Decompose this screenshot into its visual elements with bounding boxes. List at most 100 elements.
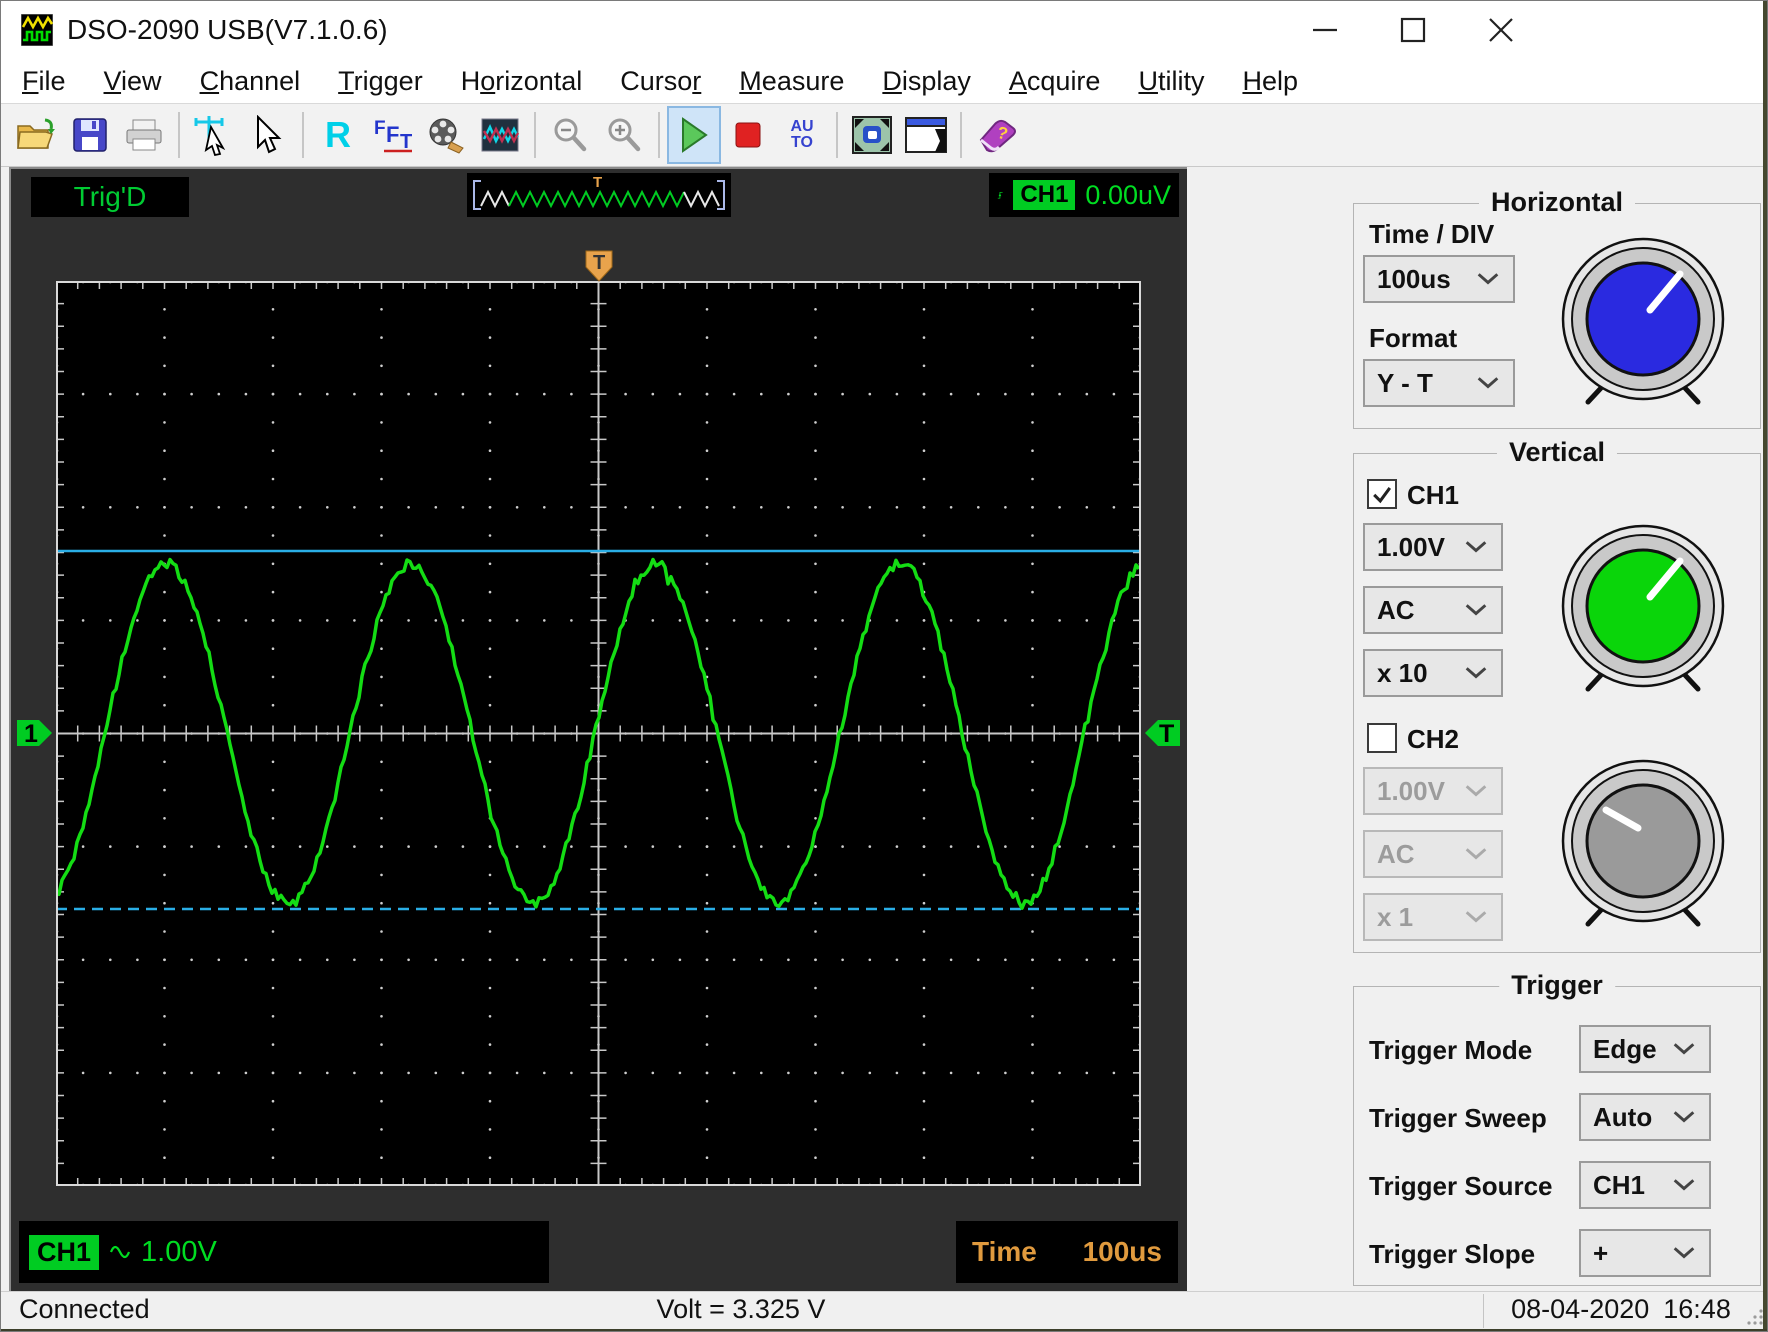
close-button[interactable]	[1457, 1, 1545, 59]
reference-r-label: R	[325, 114, 351, 155]
ch2-checkbox[interactable]	[1367, 723, 1397, 753]
menu-view[interactable]: View	[85, 66, 181, 97]
start-button[interactable]	[667, 106, 721, 164]
horizontal-knob[interactable]	[1558, 234, 1728, 409]
chevron-down-icon	[1673, 1043, 1695, 1055]
preview-waveform: T	[473, 174, 725, 210]
film-reel-icon	[429, 118, 464, 154]
fft-icon: F F T	[374, 118, 412, 153]
record-button[interactable]	[419, 106, 473, 164]
stop-button[interactable]	[721, 106, 775, 164]
ch1-probe-select[interactable]: x 10	[1363, 649, 1503, 697]
format-label: Format	[1369, 323, 1458, 353]
chevron-down-icon	[1465, 667, 1487, 679]
open-file-button[interactable]	[9, 106, 63, 164]
time-div-label: Time / DIV	[1369, 219, 1495, 249]
menu-channel[interactable]: Channel	[181, 66, 320, 97]
autoset-button[interactable]: AU TO	[775, 106, 829, 164]
toolbar-separator	[178, 112, 180, 158]
svg-text:F: F	[386, 122, 399, 147]
waveform-icon	[481, 118, 520, 152]
open-folder-icon	[17, 118, 55, 149]
menu-acquire[interactable]: Acquire	[990, 66, 1120, 97]
arrow-cursor-icon	[257, 115, 282, 154]
trigger-status-badge: Trig'D	[31, 177, 189, 217]
acquisition-preview[interactable]: T	[467, 173, 731, 217]
window-layout-button[interactable]	[899, 106, 953, 164]
measure-cursor-icon	[194, 116, 226, 156]
trigger-sweep-select[interactable]: Auto	[1579, 1093, 1711, 1141]
zoom-in-icon	[608, 118, 641, 152]
measure-cursor-button[interactable]	[187, 106, 241, 164]
menu-cursor[interactable]: Cursor	[601, 66, 720, 97]
channel-readout: CH1 1.00V	[19, 1221, 549, 1283]
maximize-button[interactable]	[1369, 1, 1457, 59]
help-button[interactable]: ?	[969, 106, 1023, 164]
svg-text:T: T	[1159, 720, 1174, 748]
time-value: 100us	[1082, 1236, 1162, 1267]
trigger-level-marker[interactable]: T	[1144, 714, 1182, 752]
fft-button[interactable]: F F T	[365, 106, 419, 164]
svg-text:T: T	[593, 174, 602, 191]
window-title: DSO-2090 USB(V7.1.0.6)	[67, 14, 388, 45]
trigger-source-label: Trigger Source	[1369, 1171, 1553, 1201]
chevron-down-icon	[1465, 848, 1487, 860]
trigger-slope-label: Trigger Slope	[1369, 1239, 1536, 1269]
status-date: 08-04-2020	[1511, 1294, 1650, 1324]
trigger-channel-badge: CH1	[1013, 180, 1076, 210]
zoom-out-icon	[554, 118, 587, 152]
toolbar-separator	[534, 112, 536, 158]
ch1-label: CH1	[1407, 480, 1460, 510]
waveform-display-button[interactable]	[473, 106, 527, 164]
trigger-readout: CH1 0.00uV	[989, 173, 1179, 217]
ch1-coupling-select[interactable]: AC	[1363, 586, 1503, 634]
status-time: 16:48	[1663, 1294, 1731, 1324]
app-window: DSO-2090 USB(V7.1.0.6) File View Channel Tr…	[0, 0, 1768, 1332]
full-screen-icon	[852, 116, 892, 154]
save-button[interactable]	[63, 106, 117, 164]
ch1-checkbox[interactable]	[1367, 479, 1397, 509]
ch1-volts-select[interactable]: 1.00V	[1363, 523, 1503, 571]
trigger-source-select[interactable]: CH1	[1579, 1161, 1711, 1209]
menu-trigger[interactable]: Trigger	[319, 66, 442, 97]
menu-help[interactable]: Help	[1223, 66, 1317, 97]
ch1-position-knob[interactable]	[1558, 521, 1728, 696]
ch2-probe-select[interactable]: x 1	[1363, 893, 1503, 941]
resize-grip[interactable]	[1745, 1307, 1765, 1327]
select-cursor-button[interactable]	[241, 106, 295, 164]
chevron-down-icon	[1673, 1111, 1695, 1123]
chevron-down-icon	[1477, 377, 1499, 389]
rising-edge-icon	[997, 191, 1003, 199]
app-icon	[21, 14, 53, 46]
printer-icon	[126, 119, 162, 151]
full-screen-button[interactable]	[845, 106, 899, 164]
menu-bar: File View Channel Trigger Horizontal Cursor Me…	[1, 59, 1767, 103]
print-button[interactable]	[117, 106, 171, 164]
toolbar-separator	[960, 112, 962, 158]
zoom-in-button[interactable]	[597, 106, 651, 164]
save-floppy-icon	[73, 118, 107, 152]
menu-file[interactable]: File	[3, 66, 85, 97]
ch2-label: CH2	[1407, 724, 1460, 754]
trigger-slope-select[interactable]: +	[1579, 1229, 1711, 1277]
ch2-coupling-select[interactable]: AC	[1363, 830, 1503, 878]
menu-display[interactable]: Display	[863, 66, 990, 97]
chevron-down-icon	[1465, 604, 1487, 616]
ch1-volts-div: 1.00V	[141, 1235, 217, 1268]
trigger-position-marker[interactable]: T	[584, 249, 614, 283]
vertical-group-title: Vertical	[1496, 437, 1618, 468]
menu-horizontal[interactable]: Horizontal	[442, 66, 602, 97]
ch2-volts-select[interactable]: 1.00V	[1363, 767, 1503, 815]
zoom-out-button[interactable]	[543, 106, 597, 164]
format-select[interactable]: Y - T	[1363, 359, 1515, 407]
ch2-position-knob[interactable]	[1558, 756, 1728, 931]
trigger-mode-select[interactable]: Edge	[1579, 1025, 1711, 1073]
svg-text:T: T	[400, 131, 412, 153]
time-div-select[interactable]: 100us	[1363, 255, 1515, 303]
minimize-button[interactable]	[1281, 1, 1369, 59]
menu-utility[interactable]: Utility	[1119, 66, 1223, 97]
ch1-level-marker[interactable]: 1	[15, 714, 53, 752]
reference-button[interactable]: R	[311, 106, 365, 164]
title-bar: DSO-2090 USB(V7.1.0.6)	[1, 1, 1767, 59]
menu-measure[interactable]: Measure	[720, 66, 863, 97]
